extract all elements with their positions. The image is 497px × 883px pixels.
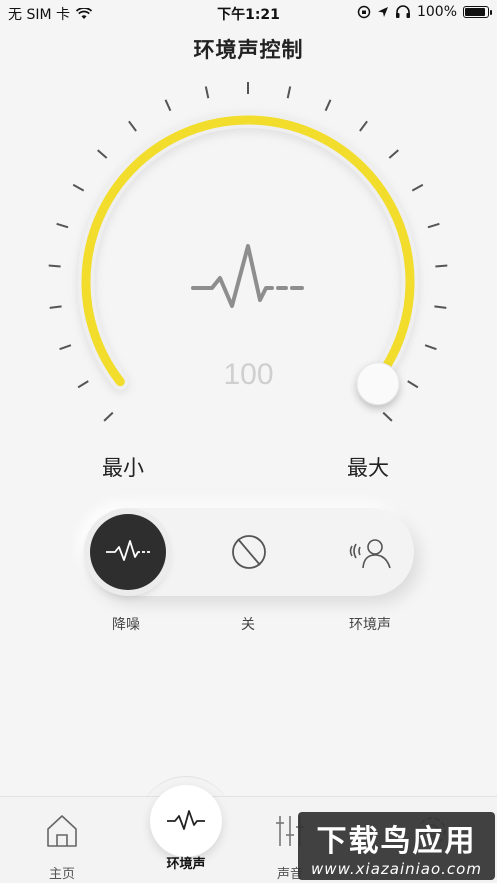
nav-ambient-active [150,785,222,857]
ambient-person-icon [349,539,391,569]
dial-tick [59,344,72,351]
dial-tick [427,222,440,229]
dial-tick [204,86,210,99]
rotation-lock-icon [357,5,371,19]
waveform-icon [167,810,205,830]
dial-tick [286,86,292,99]
mode-selector [84,508,414,596]
dial-tick [434,305,447,309]
headphones-icon [395,5,410,18]
dial-tick [72,183,85,192]
watermark-logo: 下载鸟应用 www.xiazainiao.com [298,812,495,880]
mode-off-button[interactable] [211,514,287,590]
dial-min-label: 最小 [102,456,144,480]
dial-tick [103,411,114,422]
dial-waveform-icon [191,244,304,308]
dial-tick [435,264,448,268]
status-bar: 无 SIM 卡 下午1:21 100% [0,0,497,26]
mode-noise-cancel-button[interactable] [90,514,166,590]
home-icon [47,815,77,847]
nav-home-label: 主页 [48,867,75,882]
dial-tick [164,99,172,112]
dial-max-label: 最大 [347,456,389,480]
battery-percent: 100% [416,4,457,20]
dial-tick [388,149,399,159]
nav-ambient-label: 环境声 [166,857,206,872]
dial-tick [128,120,137,132]
off-icon [232,535,266,569]
dial-tick [56,222,69,229]
dial-tick [359,120,368,132]
mode-ambient-label: 环境声 [349,617,391,633]
dial-tick [411,183,424,192]
dial-tick [97,149,108,159]
dial-tick [48,264,61,268]
waveform-icon [106,540,150,561]
status-right: 100% [357,4,492,20]
watermark-title: 下载鸟应用 [316,824,477,859]
mode-off-label: 关 [241,617,255,633]
location-icon [377,7,388,17]
watermark-subtitle: www.xiazainiao.com [311,860,482,878]
dial-value: 100 [223,358,274,391]
screen: 无 SIM 卡 下午1:21 100% 环境声控制 100 最小 最大 降噪 关… [0,0,497,883]
mode-noise-cancel-label: 降噪 [112,617,140,633]
dial-tick [424,344,437,351]
dial-tick [49,305,62,309]
dial-tick [382,411,393,422]
mode-ambient-button[interactable] [332,514,408,590]
dial-tick [324,99,332,112]
nav-item-home[interactable]: 主页 [22,811,102,882]
battery-icon [463,6,492,18]
